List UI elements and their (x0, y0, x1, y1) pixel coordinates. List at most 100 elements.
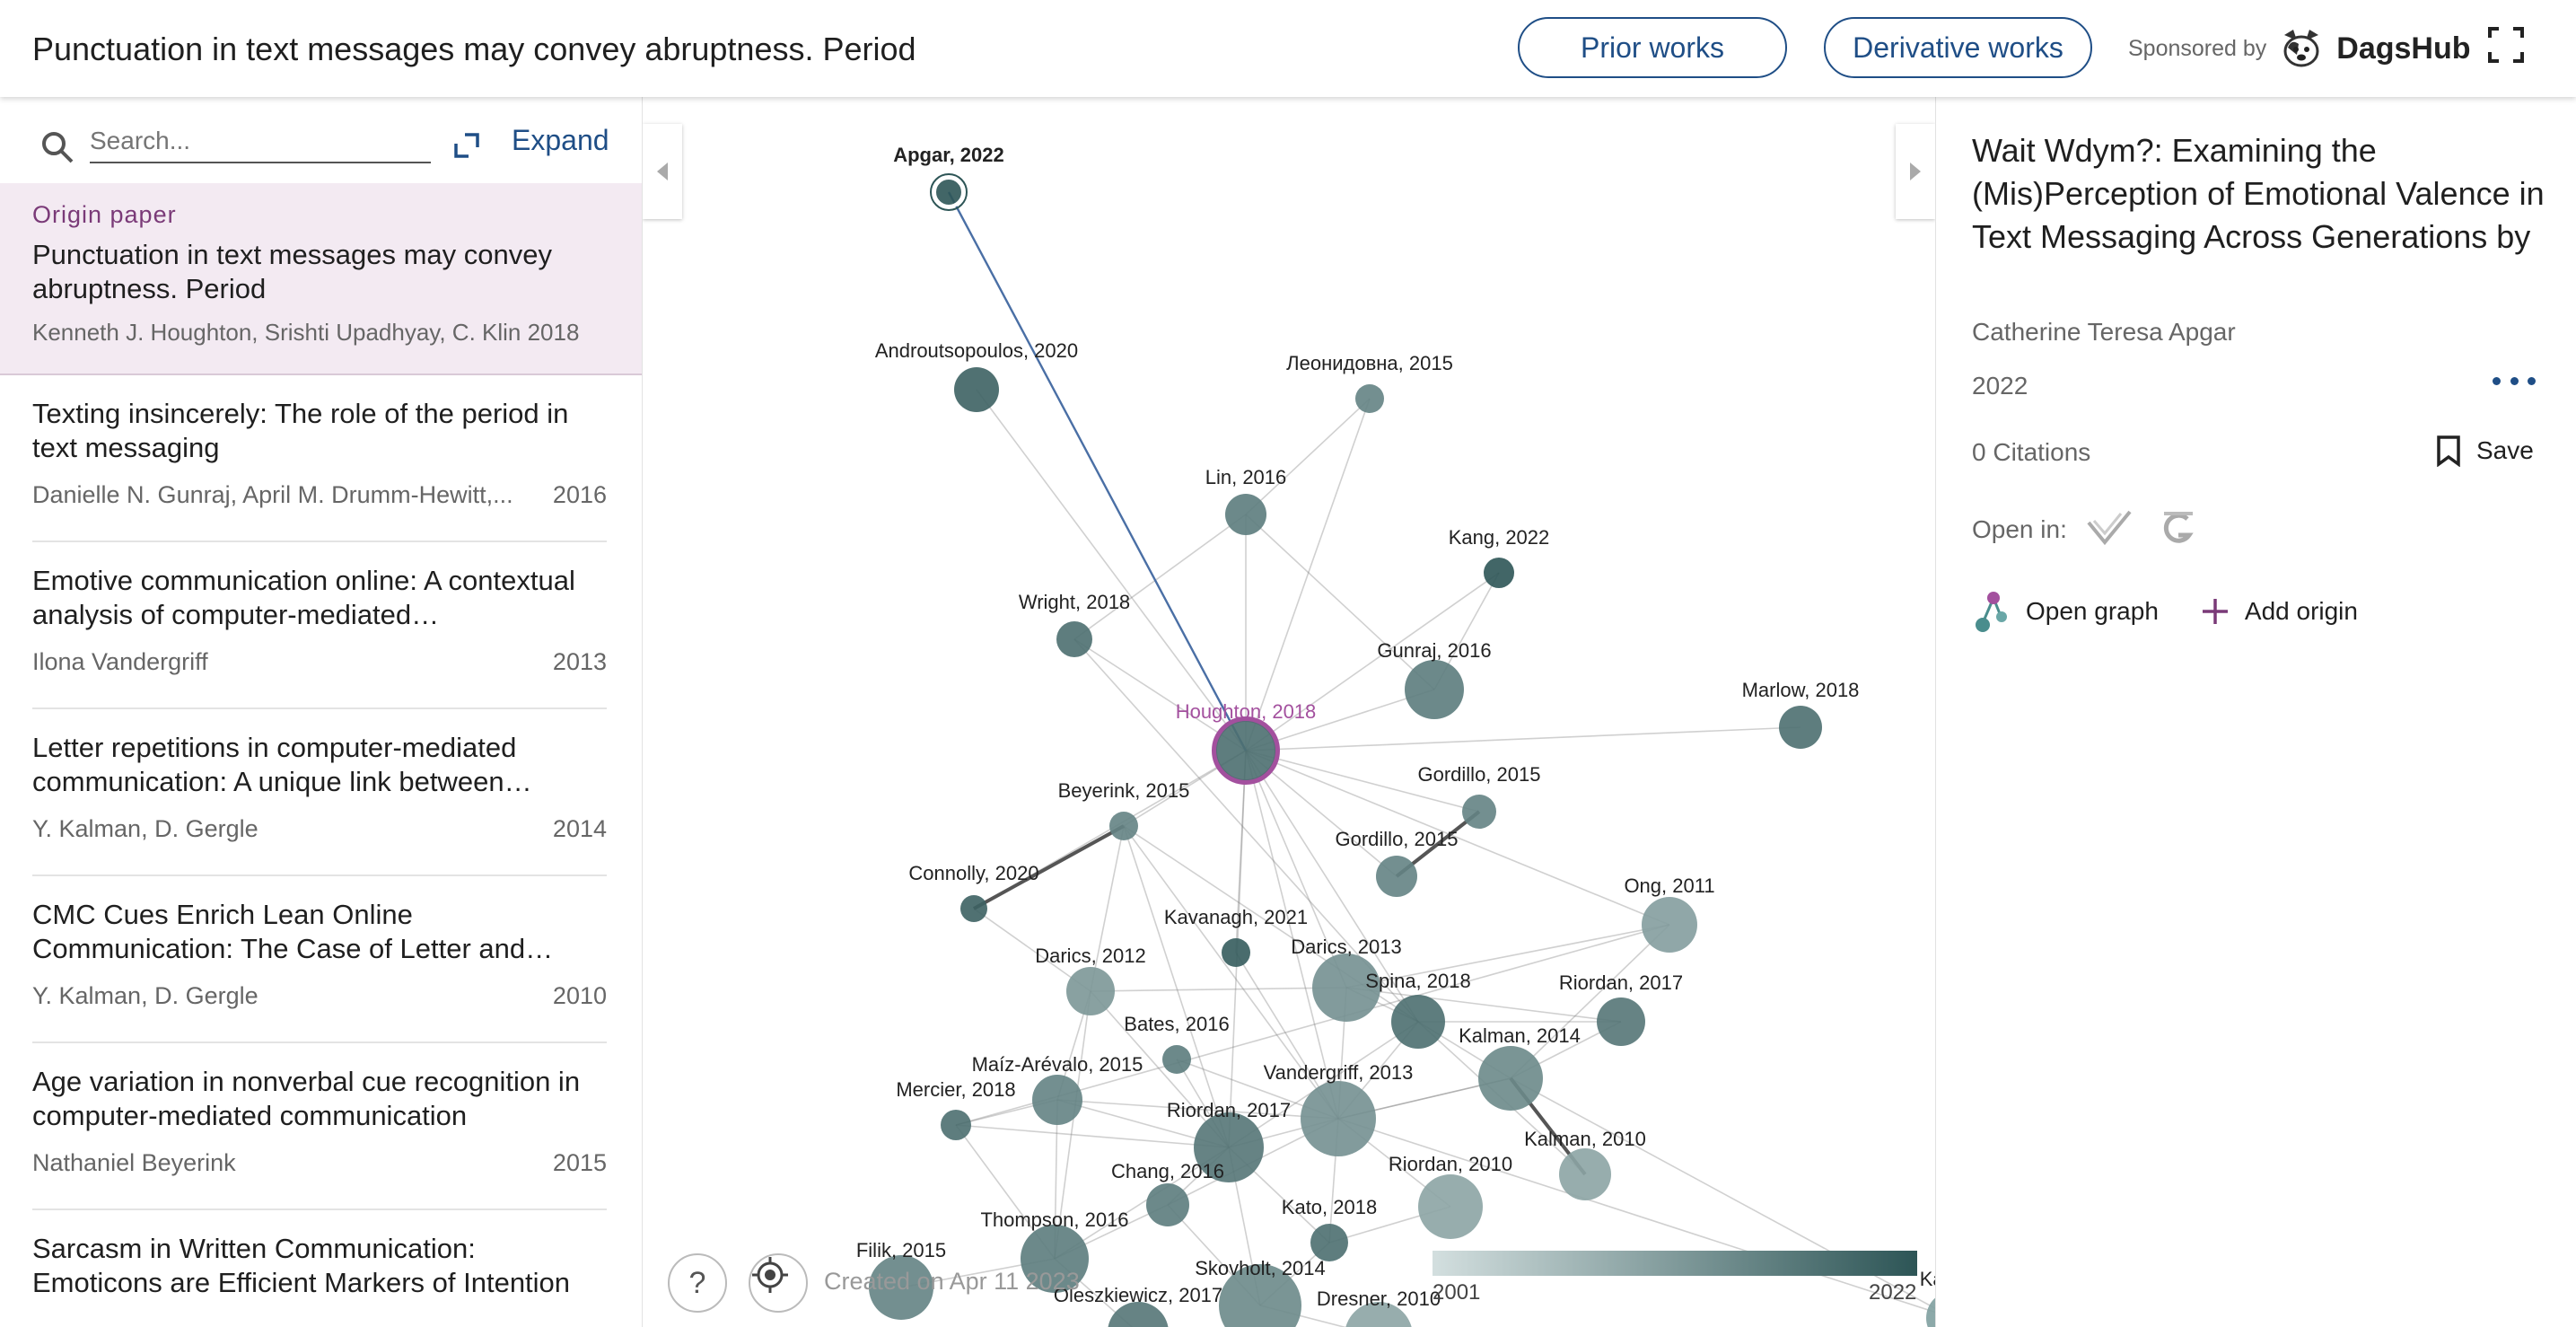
graph-node[interactable] (1779, 706, 1822, 749)
graph-node-label: Kato, 2018 (1282, 1196, 1377, 1218)
graph-node-label: Marlow, 2018 (1742, 679, 1860, 701)
chevron-left-icon (657, 163, 668, 180)
graph-node[interactable] (1225, 494, 1266, 535)
derivative-works-button[interactable]: Derivative works (1824, 17, 2092, 78)
graph-node[interactable] (1355, 384, 1384, 413)
graph-node-label: Bates, 2016 (1124, 1013, 1229, 1035)
graph-node[interactable] (1109, 812, 1138, 840)
graph-node[interactable] (1301, 1081, 1376, 1156)
graph-canvas[interactable]: Apgar, 2022 Androutsopoulos, 2020 Леонидов… (643, 97, 1935, 1327)
graph-edge (1090, 987, 1347, 992)
graph-node-label: Riordan, 2017 (1559, 971, 1683, 994)
graph-node-label: Kavanagh, 2021 (1164, 906, 1308, 928)
graph-node[interactable] (1642, 897, 1697, 953)
origin-paper-authors: Kenneth J. Houghton, Srishti Upadhyay, C… (32, 319, 580, 346)
origin-paper-tag: Origin paper (32, 201, 177, 228)
graph-node[interactable] (1310, 1224, 1348, 1261)
collapse-left-button[interactable] (643, 124, 682, 219)
graph-node-label: Kalman, 2010 (1524, 1128, 1646, 1150)
selected-link (947, 191, 1248, 751)
graph-node[interactable] (1146, 1183, 1189, 1226)
graph-node-label: Vandergriff, 2013 (1264, 1061, 1414, 1084)
graph-node-label: Connolly, 2020 (908, 862, 1038, 884)
graph-edge (1245, 572, 1500, 751)
collapse-right-button[interactable] (1896, 124, 1935, 219)
graph-node-label: Wright, 2018 (1019, 591, 1130, 613)
graph-node[interactable] (1597, 997, 1645, 1046)
dagshub-logo-icon (2283, 30, 2319, 67)
save-button[interactable]: Save (2435, 435, 2534, 467)
year-legend-bar (1433, 1251, 1917, 1276)
chevron-right-icon (1910, 163, 1921, 180)
help-button[interactable]: ? (668, 1253, 727, 1313)
graph-edge (1073, 514, 1247, 640)
google-scholar-icon[interactable] (2159, 506, 2198, 551)
list-item[interactable]: Emotive communication online: A contextu… (32, 542, 607, 709)
graph-node[interactable] (954, 367, 999, 412)
graph-node[interactable] (1462, 795, 1496, 829)
graph-node-label: Kalman (1920, 1268, 1935, 1290)
graph-node-label: Darics, 2013 (1291, 936, 1402, 958)
list-item[interactable]: Texting insincerely: The role of the per… (32, 375, 607, 542)
legend-min-year: 2001 (1433, 1280, 1481, 1305)
graph-icon (1976, 592, 2007, 632)
crosshair-icon (752, 1257, 788, 1293)
graph-node-label: Ong, 2011 (1624, 874, 1714, 897)
graph-node[interactable] (1559, 1148, 1611, 1200)
list-item[interactable]: Sarcasm in Written Communication: Emotic… (32, 1210, 607, 1327)
graph-node[interactable] (1222, 938, 1250, 967)
graph-node-label: Chang, 2016 (1111, 1160, 1224, 1182)
list-item-title: Texting insincerely: The role of the per… (32, 398, 569, 463)
graph-edge (1245, 726, 1801, 751)
semantic-scholar-icon[interactable] (2085, 506, 2134, 551)
graph-node[interactable] (1162, 1045, 1191, 1074)
graph-node-label: Androutsopoulos, 2020 (875, 339, 1078, 362)
list-item[interactable]: Age variation in nonverbal cue recogniti… (32, 1043, 607, 1210)
citations-count: 0 Citations (1972, 438, 2091, 466)
add-origin-button[interactable]: Add origin (2200, 596, 2358, 627)
graph-node[interactable] (933, 176, 965, 208)
graph-node[interactable] (1418, 1174, 1483, 1239)
paper-actions: Open graph Add origin (1972, 589, 2358, 634)
graph-node[interactable] (960, 895, 987, 922)
graph-node[interactable] (1484, 558, 1514, 588)
graph-node[interactable] (1066, 967, 1115, 1015)
created-date: Created on Apr 11 2023 (824, 1268, 1080, 1295)
expand-icon[interactable] (452, 131, 481, 160)
graph-node-label: Apgar, 2022 (893, 144, 1004, 166)
origin-paper-card[interactable]: Origin paper Punctuation in text message… (0, 183, 642, 375)
prior-works-button[interactable]: Prior works (1518, 17, 1787, 78)
graph-node-label: Spina, 2018 (1365, 970, 1470, 992)
graph-edge (1245, 398, 1371, 751)
graph-node[interactable] (1478, 1046, 1543, 1111)
graph-node-label: Maíz-Arévalo, 2015 (972, 1053, 1143, 1076)
fullscreen-icon[interactable] (2486, 25, 2526, 65)
list-item-title: CMC Cues Enrich Lean Online Communicatio… (32, 899, 554, 964)
graph-node-label: Mercier, 2018 (896, 1078, 1015, 1101)
graph-node[interactable] (1376, 856, 1417, 897)
citation-graph[interactable]: Apgar, 2022 Androutsopoulos, 2020 Леонидов… (643, 97, 1935, 1327)
list-item-authors: Nathaniel Beyerink (32, 1149, 236, 1176)
origin-paper-title: Punctuation in text messages may convey … (32, 239, 552, 304)
graph-node[interactable] (1056, 621, 1092, 657)
selected-paper-authors[interactable]: Catherine Teresa Apgar (1972, 318, 2236, 347)
graph-node[interactable] (1405, 660, 1464, 719)
recenter-button[interactable] (749, 1253, 808, 1313)
sponsor-block[interactable]: Sponsored by DagsHub (2128, 27, 2471, 70)
open-graph-button[interactable]: Open graph (1972, 589, 2159, 634)
selected-paper-title: Wait Wdym?: Examining the (Mis)Perceptio… (1972, 132, 2545, 255)
bookmark-icon (2437, 435, 2460, 467)
search-input[interactable] (90, 120, 431, 163)
graph-node[interactable] (1216, 721, 1275, 780)
expand-button[interactable]: Expand (512, 124, 609, 157)
graph-node[interactable] (941, 1110, 971, 1140)
graph-node-label: Thompson, 2016 (980, 1208, 1128, 1231)
list-item[interactable]: CMC Cues Enrich Lean Online Communicatio… (32, 876, 607, 1043)
search-icon (42, 132, 74, 163)
graph-node[interactable] (1032, 1075, 1082, 1125)
more-options-icon[interactable] (2493, 377, 2536, 388)
graph-node-label: Lin, 2016 (1205, 466, 1287, 488)
graph-node[interactable] (1391, 995, 1445, 1049)
list-item[interactable]: Letter repetitions in computer-mediated … (32, 709, 607, 876)
paper-list: Texting insincerely: The role of the per… (32, 375, 607, 1327)
